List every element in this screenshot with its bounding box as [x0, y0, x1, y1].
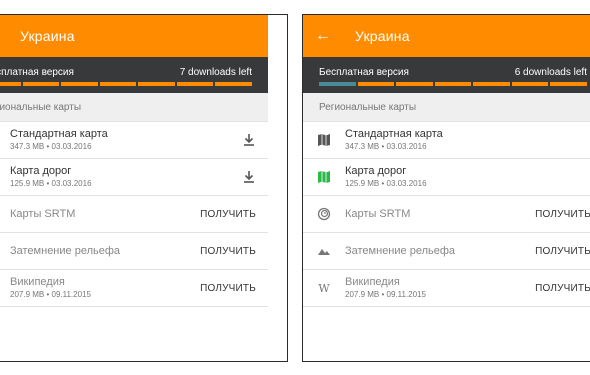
map-list-item[interactable]: Затемнение рельефа ПОЛУЧИТЬ [303, 233, 590, 270]
item-text: Карта дорог 125.9 MB • 03.03.2016 [10, 165, 268, 189]
hillshade-icon [303, 244, 345, 258]
item-subtitle: 125.9 MB • 03.03.2016 [10, 179, 92, 188]
map-icon [303, 133, 345, 147]
free-version-label: Бесплатная версия [0, 67, 74, 78]
get-button[interactable]: ПОЛУЧИТЬ [200, 270, 256, 306]
progress-segment [0, 82, 21, 86]
free-version-bar: Бесплатная версия 7 downloads left [0, 57, 268, 93]
map-list: Стандартная карта 347.3 MB • 03.03.2016 Ка… [0, 122, 268, 307]
map-list-item[interactable]: Карты SRTM ПОЛУЧИТЬ [303, 196, 590, 233]
map-list-item[interactable]: Карты SRTM ПОЛУЧИТЬ [0, 196, 268, 233]
item-text: Стандартная карта 347.3 MB • 03.03.2016 [345, 128, 590, 152]
map-list-item[interactable]: WВикипедия207.9 MB • 09.11.2015ПОЛУЧИТЬ [303, 270, 590, 307]
road-map-icon [0, 170, 10, 184]
item-title: Стандартная карта [345, 128, 443, 140]
wikipedia-icon: W [0, 281, 10, 295]
map-list-item[interactable]: Карта дорог 125.9 MB • 03.03.2016 [0, 159, 268, 196]
svg-text:W: W [318, 282, 330, 295]
item-title: Стандартная карта [10, 128, 108, 140]
right-phone-content: ← Украина Бесплатная версия 6 downloads … [303, 15, 590, 361]
progress-segment [61, 82, 98, 86]
app-bar: ← Украина [303, 15, 590, 57]
item-subtitle: 125.9 MB • 03.03.2016 [345, 179, 427, 188]
get-button[interactable]: ПОЛУЧИТЬ [535, 270, 590, 306]
item-title: Карта дорог [345, 165, 407, 177]
map-list: Стандартная карта 347.3 MB • 03.03.2016 Ка… [303, 122, 590, 307]
left-phone-screen: ← Украина Бесплатная версия 7 downloads … [0, 14, 288, 362]
map-list-item[interactable]: Затемнение рельефа ПОЛУЧИТЬ [0, 233, 268, 270]
progress-segment [396, 82, 433, 86]
get-button-label: ПОЛУЧИТЬ [200, 245, 256, 257]
progress-segment [434, 82, 472, 86]
get-button-label: ПОЛУЧИТЬ [200, 208, 256, 220]
get-button-label: ПОЛУЧИТЬ [535, 282, 590, 294]
progress-segment [550, 82, 588, 86]
app-bar-title: Украина [355, 28, 410, 44]
progress-segment [176, 82, 214, 86]
map-list-item[interactable]: Стандартная карта 347.3 MB • 03.03.2016 [0, 122, 268, 159]
left-phone-content: ← Украина Бесплатная версия 7 downloads … [0, 15, 268, 361]
get-button[interactable]: ПОЛУЧИТЬ [535, 196, 590, 232]
item-title: Карта дорог [10, 165, 72, 177]
progress-segment [22, 82, 60, 86]
download-icon[interactable] [242, 122, 256, 158]
app-bar: ← Украина [0, 15, 268, 57]
item-text: Стандартная карта 347.3 MB • 03.03.2016 [10, 128, 268, 152]
section-header: Региональные карты [303, 93, 590, 122]
downloads-left-label: 6 downloads left [514, 67, 587, 78]
road-map-icon [303, 170, 345, 184]
get-button[interactable]: ПОЛУЧИТЬ [535, 233, 590, 269]
map-list-item[interactable]: Стандартная карта 347.3 MB • 03.03.2016 [303, 122, 590, 159]
map-list-item[interactable]: Карта дорог 125.9 MB • 03.03.2016 [303, 159, 590, 196]
progress-segment [357, 82, 395, 86]
get-button[interactable]: ПОЛУЧИТЬ [200, 233, 256, 269]
free-version-label: Бесплатная версия [319, 67, 409, 78]
get-button[interactable]: ПОЛУЧИТЬ [200, 196, 256, 232]
map-icon [0, 133, 10, 147]
item-subtitle: 347.3 MB • 03.03.2016 [10, 142, 92, 151]
get-button-label: ПОЛУЧИТЬ [535, 245, 590, 257]
item-subtitle: 347.3 MB • 03.03.2016 [345, 142, 427, 151]
item-text: Карта дорог 125.9 MB • 03.03.2016 [345, 165, 590, 189]
right-phone-screen: ← Украина Бесплатная версия 6 downloads … [302, 14, 590, 362]
progress-segment [99, 82, 137, 86]
wikipedia-icon: W [303, 281, 345, 295]
contour-icon [0, 207, 10, 221]
downloads-left-label: 7 downloads left [179, 67, 252, 78]
progress-segment [473, 82, 510, 86]
get-button-label: ПОЛУЧИТЬ [535, 208, 590, 220]
free-version-bar: Бесплатная версия 6 downloads left [303, 57, 590, 93]
progress-segment [215, 82, 253, 86]
back-arrow-icon[interactable]: ← [303, 27, 343, 45]
progress-segment [511, 82, 549, 86]
app-bar-title: Украина [20, 28, 75, 44]
back-arrow-icon[interactable]: ← [0, 27, 8, 45]
downloads-progress [319, 82, 588, 86]
map-list-item[interactable]: WВикипедия207.9 MB • 09.11.2015ПОЛУЧИТЬ [0, 270, 268, 307]
section-header: Региональные карты [0, 93, 268, 122]
download-icon[interactable] [242, 159, 256, 195]
progress-segment [138, 82, 175, 86]
downloads-progress [0, 82, 253, 86]
progress-segment [319, 82, 356, 86]
contour-icon [303, 207, 345, 221]
get-button-label: ПОЛУЧИТЬ [200, 282, 256, 294]
hillshade-icon [0, 244, 10, 258]
